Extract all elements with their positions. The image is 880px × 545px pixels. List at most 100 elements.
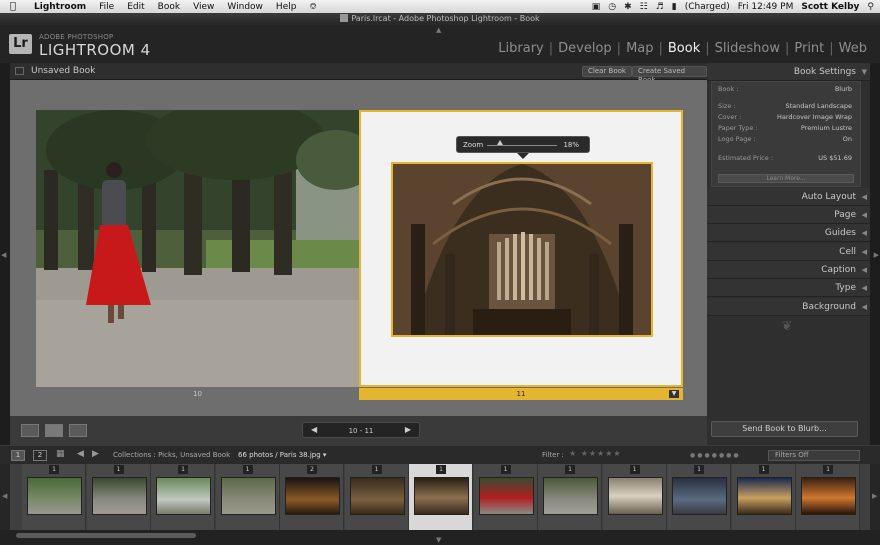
panel-background[interactable]: Background ◀ [707,298,870,316]
filmstrip-cell[interactable]: 1 [409,464,473,530]
filmstrip-right-arrow-icon[interactable]: ▶ [872,492,877,500]
learn-more-button[interactable]: Learn More... [718,174,854,183]
panel-type[interactable]: Type ◀ [707,279,870,297]
module-print[interactable]: Print [789,41,829,56]
create-saved-book-button[interactable]: Create Saved Book [632,66,707,84]
scrollbar-thumb[interactable] [16,533,196,538]
panel-cell[interactable]: Cell ◀ [707,243,870,261]
grid-view-icon[interactable]: ▦ [56,449,65,459]
menu-edit[interactable]: Edit [127,2,144,12]
module-develop[interactable]: Develop [553,41,617,56]
volume-icon[interactable]: ♬ [656,2,664,12]
filmstrip-cell[interactable]: 1 [538,464,602,530]
panel-auto-layout[interactable]: Auto Layout ◀ [707,188,870,206]
logo-page-row[interactable]: Logo Page : On [718,135,852,144]
filmstrip-thumbnail[interactable] [220,477,276,515]
panel-guides[interactable]: Guides ◀ [707,224,870,242]
filmstrip-thumbnail[interactable] [27,477,82,515]
send-book-to-blurb-button[interactable]: Send Book to Blurb... [711,421,858,437]
logo-page-value[interactable]: On [843,135,852,144]
status-icon[interactable]: ▣ [592,2,601,12]
filmstrip-thumbnail[interactable] [543,477,598,515]
filmstrip-cell[interactable]: 1 [151,464,215,530]
panel-page[interactable]: Page ◀ [707,206,870,224]
spread-view-icon[interactable] [45,424,63,437]
photo-count[interactable]: 66 photos / Paris 38.jpg ▾ [238,451,326,459]
panel-book-settings[interactable]: Book Settings ▼ [707,63,870,81]
filmstrip-cell[interactable]: 1 [602,464,667,530]
page-options-icon[interactable]: ▼ [669,390,679,398]
menu-book[interactable]: Book [158,2,180,12]
zoom-slider-knob[interactable] [496,140,503,145]
single-page-view-icon[interactable] [69,424,87,437]
filmstrip-cell[interactable]: 1 [344,464,409,530]
filter-preset-select[interactable]: Filters Off [768,450,860,461]
paper-type-value[interactable]: Premium Lustre [801,124,852,133]
wifi-icon[interactable]: ☷ [640,2,648,12]
cover-row[interactable]: Cover : Hardcover Image Wrap [718,113,852,122]
filmstrip-cell[interactable]: 2 [280,464,344,530]
bottom-panel-toggle-icon[interactable]: ▼ [436,536,441,544]
right-page-number[interactable]: 11 ▼ [359,388,683,400]
script-icon[interactable]: ⎊ [309,2,316,12]
menu-view[interactable]: View [193,2,214,12]
next-page-icon[interactable]: ▶ [405,425,411,434]
filmstrip-thumbnail[interactable] [349,477,405,515]
filmstrip-cell[interactable]: 1 [796,464,860,530]
panel-caption[interactable]: Caption ◀ [707,261,870,279]
filmstrip-thumbnail[interactable] [91,477,147,515]
module-book[interactable]: Book [663,41,705,56]
filmstrip-cell[interactable]: 1 [215,464,280,530]
filmstrip-left-arrow-icon[interactable]: ◀ [2,492,7,500]
filmstrip-thumbnail[interactable] [156,477,211,515]
right-panel-toggle-icon[interactable]: ▶ [874,251,879,259]
timemachine-icon[interactable]: ◷ [608,2,616,12]
monitor-2-button[interactable]: 2 [33,450,47,461]
user-name[interactable]: Scott Kelby [801,2,859,12]
module-map[interactable]: Map [621,41,658,56]
photo-cell-cathedral[interactable] [391,162,653,337]
filmstrip-cell[interactable]: 1 [731,464,796,530]
paper-type-row[interactable]: Paper Type : Premium Lustre [718,124,852,133]
filmstrip-scrollbar[interactable]: ▼ [0,530,880,545]
forward-arrow-icon[interactable]: ▶ [92,449,99,459]
top-panel-toggle-icon[interactable]: ▲ [436,26,441,34]
filmstrip-thumbnail[interactable] [736,477,792,515]
back-arrow-icon[interactable]: ◀ [77,449,84,459]
filmstrip-cell[interactable]: 1 [86,464,151,530]
spotlight-icon[interactable]: ⚲ [867,2,874,12]
size-row[interactable]: Size : Standard Landscape [718,102,852,111]
filmstrip-thumbnail[interactable] [414,477,469,515]
color-label-filter[interactable]: ●●●●●●● [690,452,741,459]
bluetooth-icon[interactable]: ✱ [624,2,632,12]
book-row[interactable]: Book : Blurb [718,85,852,94]
cover-value[interactable]: Hardcover Image Wrap [777,113,852,122]
filmstrip-cell[interactable]: 1 [473,464,538,530]
filmstrip-cell[interactable]: 1 [667,464,731,530]
module-slideshow[interactable]: Slideshow [710,41,785,56]
menu-file[interactable]: File [99,2,114,12]
menu-window[interactable]: Window [227,2,263,12]
module-web[interactable]: Web [834,41,872,56]
filmstrip-thumbnail[interactable] [801,477,856,515]
book-value[interactable]: Blurb [835,85,852,94]
filmstrip-cell[interactable]: 1 [22,464,86,530]
menu-app-name[interactable]: Lightroom [34,2,86,12]
left-panel-toggle-icon[interactable]: ◀ [1,251,6,259]
filmstrip-thumbnail[interactable] [478,477,534,515]
clear-book-button[interactable]: Clear Book [582,66,632,77]
right-page[interactable]: Zoom 18% [359,110,683,387]
battery-icon[interactable]: ▮ [672,2,677,12]
left-page-photo[interactable] [36,110,359,387]
filmstrip-source[interactable]: Collections : Picks, Unsaved Book [113,451,230,459]
zoom-slider-track[interactable] [487,145,557,146]
filmstrip-thumbnail[interactable] [607,477,663,515]
rating-filter-icon[interactable]: ★ ★★★★★ [569,449,622,458]
module-library[interactable]: Library [493,41,548,56]
monitor-1-button[interactable]: 1 [11,450,25,461]
clock[interactable]: Fri 12:49 PM [738,2,794,12]
size-value[interactable]: Standard Landscape [785,102,852,111]
filmstrip-thumbnail[interactable] [672,477,727,515]
multi-page-view-icon[interactable] [21,424,39,437]
apple-icon[interactable]:  [10,0,22,13]
